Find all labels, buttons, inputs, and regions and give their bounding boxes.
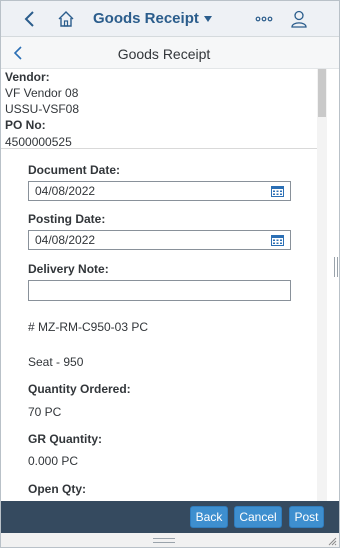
open-qty-label: Open Qty: [28, 482, 87, 496]
document-date-label: Document Date: [28, 163, 121, 177]
content-area: Vendor: VF Vendor 08 USSU-VSF08 PO No: 4… [1, 69, 327, 501]
bottom-resize-bar [1, 533, 339, 547]
gr-qty-value: 0.000 PC [28, 454, 79, 468]
caret-down-icon [203, 15, 212, 22]
user-icon[interactable] [290, 9, 308, 29]
divider [1, 148, 317, 149]
more-icon[interactable] [253, 9, 275, 29]
scrollbar-thumb[interactable] [318, 69, 326, 117]
corner-resize-icon[interactable] [327, 536, 337, 546]
posting-date-label: Posting Date: [28, 212, 106, 226]
document-date-input[interactable]: 04/08/2022 [28, 181, 291, 201]
app-window: Goods Receipt Goods Receipt Vendor: VF V… [0, 0, 340, 548]
header-info: Vendor: VF Vendor 08 USSU-VSF08 PO No: 4… [5, 69, 317, 150]
qty-ordered-label: Quantity Ordered: [28, 382, 131, 396]
vendor-id: USSU-VSF08 [5, 102, 80, 116]
back-button[interactable]: Back [190, 506, 228, 528]
home-icon[interactable] [56, 9, 76, 29]
vendor-label: Vendor: [5, 70, 50, 84]
material-description: Seat - 950 [28, 355, 84, 369]
vertical-scrollbar[interactable] [317, 69, 327, 501]
resize-grip-icon[interactable] [153, 538, 175, 544]
app-title-menu[interactable]: Goods Receipt [93, 10, 213, 27]
po-label: PO No: [5, 118, 46, 132]
calendar-icon[interactable] [271, 234, 284, 246]
calendar-icon[interactable] [271, 185, 284, 197]
post-button[interactable]: Post [289, 506, 324, 528]
footer-toolbar: Back Cancel Post [1, 501, 339, 533]
delivery-note-input[interactable] [28, 280, 291, 301]
gr-qty-label: GR Quantity: [28, 432, 102, 446]
page-header: Goods Receipt [1, 37, 339, 69]
document-date-value: 04/08/2022 [35, 184, 96, 198]
cancel-button[interactable]: Cancel [234, 506, 282, 528]
material-number: # MZ-RM-C950-03 PC [28, 320, 149, 334]
qty-ordered-value: 70 PC [28, 405, 62, 419]
app-title: Goods Receipt [93, 10, 199, 27]
vendor-name: VF Vendor 08 [5, 86, 79, 100]
posting-date-value: 04/08/2022 [35, 233, 96, 247]
side-resize-grip-icon[interactable] [334, 257, 338, 277]
delivery-note-label: Delivery Note: [28, 262, 109, 276]
page-title: Goods Receipt [117, 46, 211, 62]
back-chevron-icon[interactable] [21, 9, 39, 29]
posting-date-input[interactable]: 04/08/2022 [28, 230, 291, 250]
shell-bar: Goods Receipt [1, 1, 339, 37]
